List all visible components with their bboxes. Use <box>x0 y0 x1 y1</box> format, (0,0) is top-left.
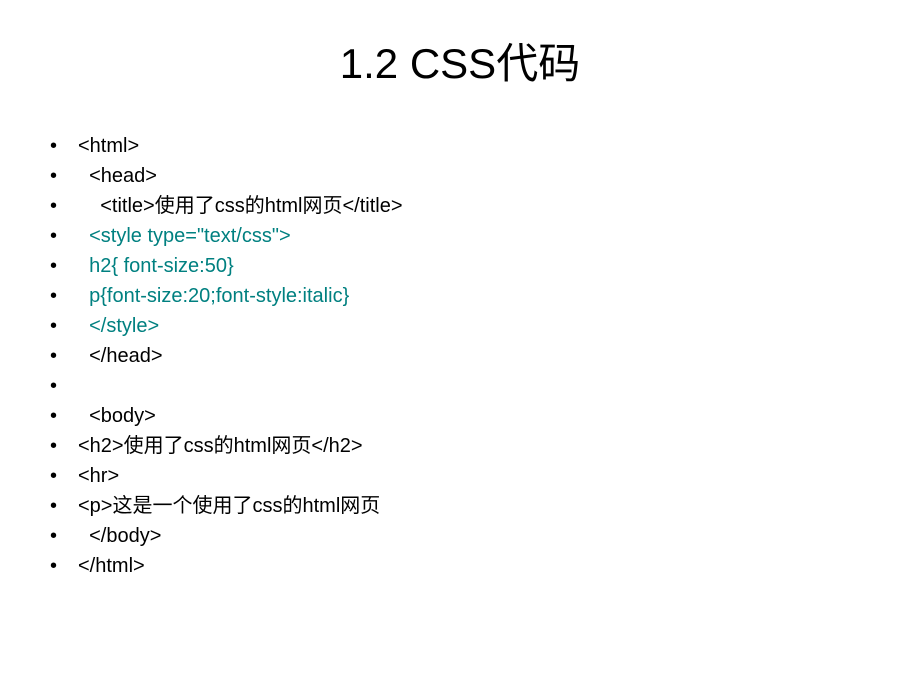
code-text: </body> <box>78 525 161 547</box>
code-text: <style type="text/css"> <box>78 225 291 247</box>
code-text: <head> <box>78 165 157 187</box>
code-text: <hr> <box>78 465 119 487</box>
code-line <box>50 371 920 401</box>
code-text: <p>这是一个使用了css的html网页 <box>78 495 380 517</box>
slide-title: 1.2 CSS代码 <box>0 0 920 131</box>
code-text: <title>使用了css的html网页</title> <box>78 195 403 217</box>
code-text: h2{ font-size:50} <box>78 255 234 277</box>
code-list: <html> <head> <title>使用了css的html网页</titl… <box>0 131 920 581</box>
code-text: </html> <box>78 555 145 577</box>
code-line: </head> <box>50 341 920 371</box>
code-line: </html> <box>50 551 920 581</box>
code-text: <html> <box>78 135 139 157</box>
code-line: <body> <box>50 401 920 431</box>
code-line: <title>使用了css的html网页</title> <box>50 191 920 221</box>
code-line: <html> <box>50 131 920 161</box>
code-line: p{font-size:20;font-style:italic} <box>50 281 920 311</box>
code-text: p{font-size:20;font-style:italic} <box>78 285 349 307</box>
code-line: <p>这是一个使用了css的html网页 <box>50 491 920 521</box>
code-line: <head> <box>50 161 920 191</box>
code-line: </style> <box>50 311 920 341</box>
code-text: </head> <box>78 345 163 367</box>
code-text: </style> <box>78 315 159 337</box>
code-line: </body> <box>50 521 920 551</box>
code-line: h2{ font-size:50} <box>50 251 920 281</box>
code-line: <hr> <box>50 461 920 491</box>
code-text: <body> <box>78 405 156 427</box>
code-text: <h2>使用了css的html网页</h2> <box>78 435 363 457</box>
code-line: <h2>使用了css的html网页</h2> <box>50 431 920 461</box>
code-line: <style type="text/css"> <box>50 221 920 251</box>
